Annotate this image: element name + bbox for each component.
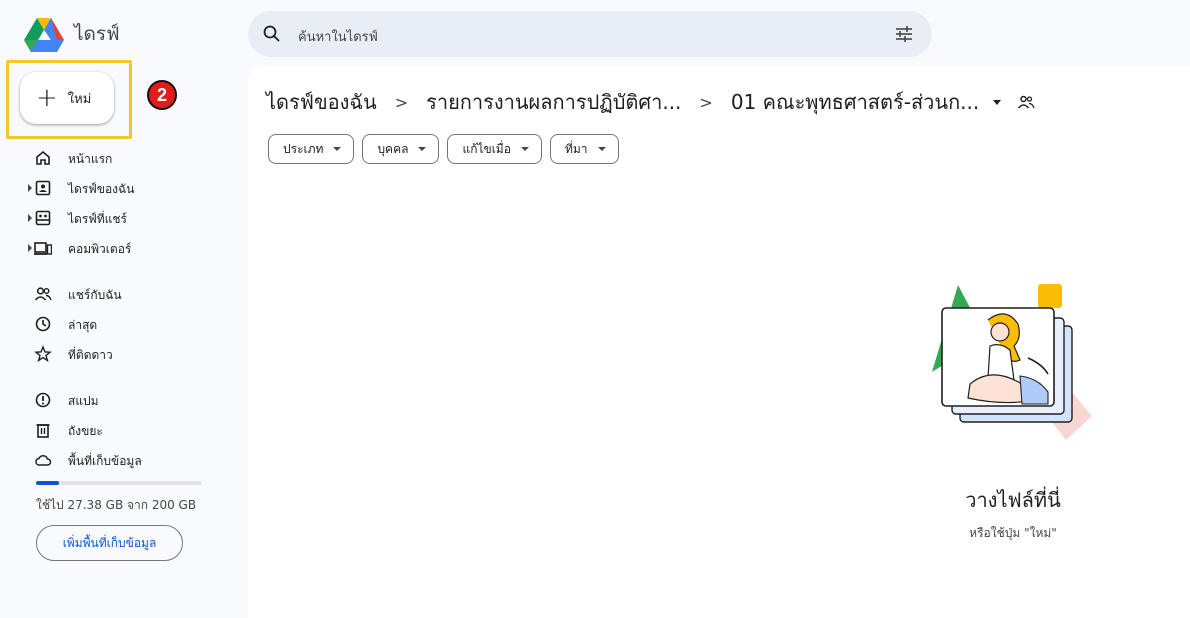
chip-label: แก้ไขเมื่อ (462, 141, 511, 156)
chevron-down-icon (520, 147, 529, 151)
empty-state-subtitle: หรือใช้ปุ่ม "ใหม่" (969, 526, 1057, 540)
cloud-icon (35, 454, 52, 466)
app-logo-area[interactable]: ไดรฟ์ (24, 16, 120, 52)
empty-state-title: วางไฟล์ที่นี่ (965, 488, 1061, 512)
spam-icon (35, 392, 51, 408)
filter-source-chip[interactable]: ที่มา (549, 134, 619, 164)
breadcrumb-separator: > (394, 92, 409, 112)
new-button-label: ใหม่ (67, 91, 92, 107)
sidebar-item-label: แชร์กับฉัน (68, 288, 122, 302)
storage-usage-fill (36, 481, 59, 485)
filter-type-chip[interactable]: ประเภท (268, 134, 355, 164)
step-number-badge: 2 (147, 80, 177, 110)
chip-label: ที่มา (564, 141, 588, 156)
sidebar-item-label: ไดรฟ์ที่แชร์ (68, 212, 128, 226)
expand-arrow-icon[interactable] (28, 184, 32, 192)
main-content: ไดรฟ์ของฉัน > รายการงานผลการปฏิบัติศา...… (248, 66, 1190, 618)
clock-icon (35, 316, 51, 332)
chip-label: บุคคล (377, 141, 409, 156)
expand-arrow-icon[interactable] (28, 214, 32, 222)
filter-modified-chip[interactable]: แก้ไขเมื่อ (447, 134, 542, 164)
chip-label: ประเภท (283, 141, 324, 156)
breadcrumb-item-my-drive[interactable]: ไดรฟ์ของฉัน (266, 86, 377, 118)
sidebar-item-label: พื้นที่เก็บข้อมูล (68, 454, 142, 468)
star-icon (34, 345, 52, 363)
search-bar[interactable]: ค้นหาในไดรฟ์ (248, 11, 932, 57)
breadcrumb: ไดรฟ์ของฉัน > รายการงานผลการปฏิบัติศา...… (266, 86, 1035, 118)
search-options-icon[interactable] (894, 25, 914, 43)
shared-folder-icon[interactable] (1017, 94, 1035, 110)
filter-chips: ประเภท บุคคล แก้ไขเมื่อ ที่มา (268, 134, 619, 164)
breadcrumb-item-current-folder[interactable]: 01 คณะพุทธศาสตร์-ส่วนก... (731, 86, 979, 118)
new-button[interactable]: + ใหม่ (20, 72, 114, 124)
folder-menu-dropdown-icon[interactable] (993, 99, 1002, 105)
filter-people-chip[interactable]: บุคคล (362, 134, 440, 164)
sidebar-item-label: ที่ติดดาว (68, 348, 113, 362)
plus-icon: + (36, 83, 58, 113)
breadcrumb-item-folder[interactable]: รายการงานผลการปฏิบัติศา... (426, 86, 681, 118)
sidebar-item-label: ล่าสุด (68, 318, 98, 332)
breadcrumb-separator: > (699, 92, 713, 112)
people-icon (34, 287, 52, 301)
drive-logo-icon (24, 18, 64, 52)
storage-usage-bar (36, 481, 202, 485)
home-icon (36, 150, 50, 165)
chevron-down-icon (333, 147, 342, 151)
get-more-storage-button[interactable]: เพิ่มพื้นที่เก็บข้อมูล (36, 525, 183, 561)
empty-folder-illustration (932, 284, 1092, 440)
sidebar-item-label: สแปม (68, 394, 99, 408)
sidebar-item-label: ถังขยะ (68, 424, 103, 438)
my-drive-icon (35, 180, 51, 196)
expand-arrow-icon[interactable] (28, 244, 32, 252)
app-title: ไดรฟ์ (74, 23, 120, 45)
sidebar-item-label: คอมพิวเตอร์ (68, 242, 132, 256)
sidebar-item-label: ไดรฟ์ของฉัน (68, 182, 135, 196)
search-input[interactable]: ค้นหาในไดรฟ์ (298, 26, 378, 47)
computers-icon (34, 242, 52, 255)
sidebar-item-label: หน้าแรก (68, 152, 113, 166)
chevron-down-icon (597, 147, 606, 151)
trash-icon (36, 424, 50, 438)
shared-drives-icon (35, 210, 51, 226)
search-icon[interactable] (262, 24, 282, 44)
storage-usage-text: ใช้ไป 27.38 GB จาก 200 GB (36, 498, 197, 512)
chevron-down-icon (418, 147, 427, 151)
